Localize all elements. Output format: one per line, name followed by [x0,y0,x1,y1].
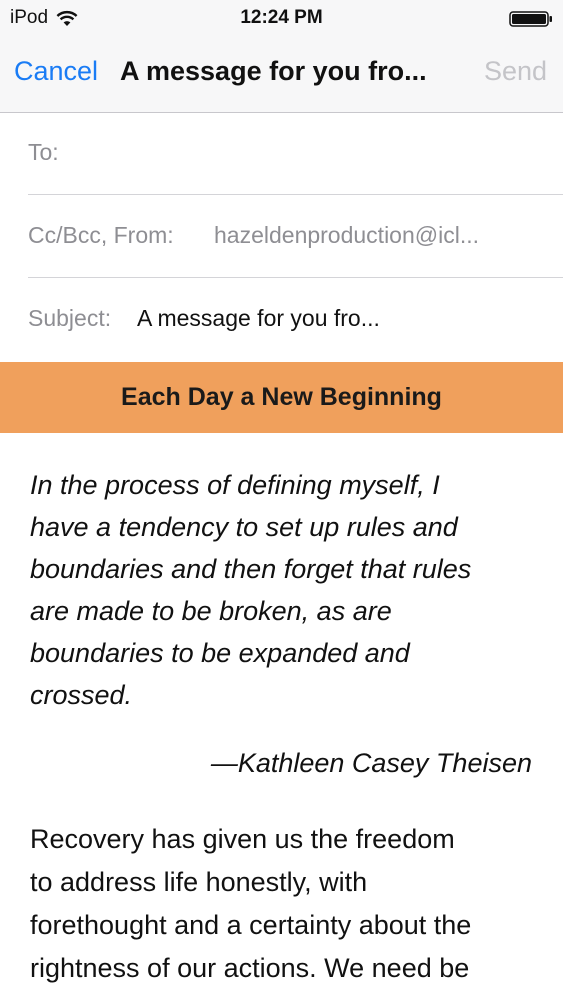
quote-line: boundaries and then forget that rules [30,554,472,584]
subject-input[interactable]: A message for you fro... [137,305,537,332]
quote-line: are made to be broken, as are [30,596,392,626]
to-field[interactable]: To: [0,113,563,195]
field-divider [28,277,563,278]
compose-screen: iPod 12:24 PM Cancel A message for you f… [0,0,563,1000]
body-line: Recovery has given us the freedom [30,824,455,854]
body-line: rightness of our actions. We need be [30,953,470,983]
status-bar: iPod 12:24 PM [0,0,563,36]
body-line: to address life honestly, with [30,867,368,897]
battery-icon [509,11,552,27]
quote-line: have a tendency to set up rules and [30,512,458,542]
quote-line: In the process of defining myself, I [30,470,440,500]
quote-author: —Kathleen Casey Theisen [210,748,532,778]
quote-text[interactable]: In the process of defining myself, I hav… [30,464,540,716]
cancel-button[interactable]: Cancel [14,56,98,87]
send-button[interactable]: Send [484,56,547,87]
banner-title: Each Day a New Beginning [121,383,442,411]
ccbcc-from-label: Cc/Bcc, From: [28,222,174,248]
quote-line: boundaries to be expanded and [30,638,410,668]
quote-line: crossed. [30,680,133,710]
from-address-value[interactable]: hazeldenproduction@icl... [214,222,534,249]
compose-title: A message for you fro... [120,56,427,86]
compose-nav-bar: Cancel A message for you fro... Send [0,36,563,113]
body-line: forethought and a certainty about the [30,910,472,940]
subject-field[interactable]: Subject: A message for you fro... [0,279,563,361]
to-label: To: [28,139,59,165]
message-body[interactable]: Recovery has given us the freedom to add… [30,818,550,990]
ccbcc-from-field[interactable]: Cc/Bcc, From: hazeldenproduction@icl... [0,196,563,278]
status-time: 12:24 PM [240,7,323,28]
subject-label: Subject: [28,305,112,331]
meditation-banner: Each Day a New Beginning [0,362,563,433]
field-divider [28,194,563,195]
